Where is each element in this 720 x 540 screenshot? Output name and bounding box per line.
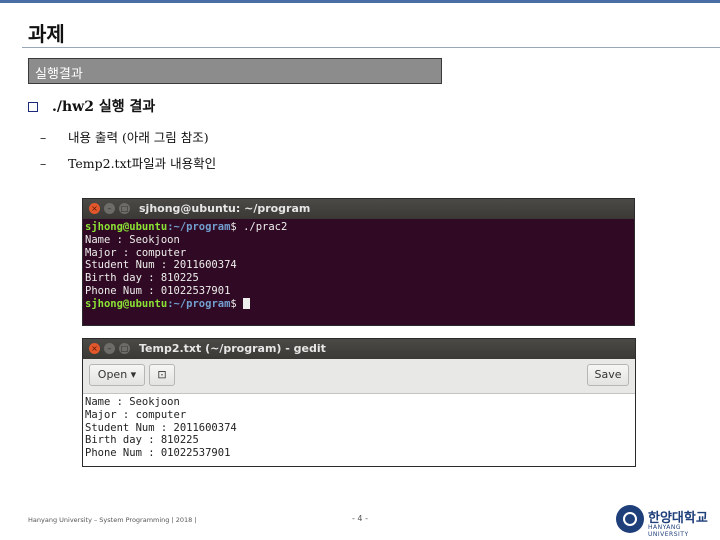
output-line: Student Num : 2011600374	[85, 259, 237, 272]
university-logo: 한양대학교 HANYANG UNIVERSITY	[616, 505, 716, 538]
minimize-icon[interactable]: –	[104, 343, 115, 354]
gedit-titlebar[interactable]: × – □ Temp2.txt (~/program) - gedit	[83, 339, 635, 359]
terminal-output[interactable]: sjhong@ubuntu:~/program$ ./prac2 Name : …	[83, 219, 634, 313]
text-line: Student Num : 2011600374	[85, 421, 237, 434]
prompt-path: :~/program	[167, 297, 231, 310]
main-bullet: ./hw2 실행 결과	[28, 96, 155, 116]
text-line: Birth day : 810225	[85, 434, 199, 447]
dash-icon: –	[40, 156, 47, 171]
terminal-titlebar[interactable]: × – □ sjhong@ubuntu: ~/program	[83, 199, 634, 219]
prompt-user: sjhong@ubuntu	[85, 221, 168, 233]
section-bar: 실행결과	[28, 58, 442, 84]
top-rule	[0, 0, 720, 3]
logo-subname: HANYANG UNIVERSITY	[648, 524, 689, 538]
prompt-path: :~/program	[167, 221, 231, 233]
terminal-title: sjhong@ubuntu: ~/program	[139, 202, 311, 215]
sub-item-text: Temp2.txt파일과 내용확인	[68, 156, 217, 171]
terminal-window[interactable]: × – □ sjhong@ubuntu: ~/program sjhong@ub…	[82, 198, 635, 326]
main-bullet-text: ./hw2 실행 결과	[52, 99, 156, 115]
new-document-icon: ⊡	[157, 368, 167, 381]
text-line: Name : Seokjoon	[85, 396, 180, 408]
prompt-suffix: $	[230, 221, 244, 233]
output-line: Phone Num : 01022537901	[85, 284, 231, 297]
open-button[interactable]: Open ▾	[89, 364, 145, 386]
open-label: Open	[97, 368, 128, 381]
minimize-icon[interactable]: –	[104, 203, 115, 214]
output-line: Birth day : 810225	[85, 272, 199, 285]
slide-title: 과제	[28, 22, 65, 46]
seal-icon	[616, 505, 644, 533]
text-line: Major : computer	[85, 408, 187, 421]
gedit-window[interactable]: × – □ Temp2.txt (~/program) - gedit Open…	[82, 338, 636, 467]
output-line: Name : Seokjoon	[85, 233, 180, 246]
window-controls: × – □	[89, 203, 130, 214]
gedit-title: Temp2.txt (~/program) - gedit	[139, 342, 326, 355]
gedit-text-area[interactable]: Name : Seokjoon Major : computer Student…	[83, 394, 635, 462]
output-line: Major : computer	[85, 246, 187, 259]
close-icon[interactable]: ×	[89, 203, 100, 214]
terminal-command: ./prac2	[243, 221, 288, 233]
text-line: Phone Num : 01022537901	[85, 447, 231, 460]
page-number: - 4 -	[352, 514, 368, 523]
maximize-icon[interactable]: □	[119, 203, 130, 214]
maximize-icon[interactable]: □	[119, 343, 130, 354]
prompt-user: sjhong@ubuntu	[85, 297, 168, 310]
chevron-down-icon: ▾	[130, 368, 137, 381]
new-document-button[interactable]: ⊡	[149, 364, 175, 386]
checkbox-bullet-icon	[28, 102, 38, 112]
footer-text: Hanyang University – System Programming …	[28, 516, 197, 524]
window-controls: × – □	[89, 343, 130, 354]
save-button[interactable]: Save	[587, 364, 629, 386]
gedit-toolbar: Open ▾ ⊡ Save	[83, 359, 635, 394]
dash-icon: –	[40, 130, 47, 145]
title-divider	[22, 47, 720, 48]
terminal-cursor	[243, 297, 251, 309]
sub-item-text: 내용 출력 (아래 그림 참조)	[68, 130, 209, 145]
sub-item: – Temp2.txt파일과 내용확인	[40, 153, 216, 172]
close-icon[interactable]: ×	[89, 343, 100, 354]
section-label: 실행결과	[35, 67, 83, 82]
prompt-suffix: $	[230, 297, 244, 310]
sub-item: – 내용 출력 (아래 그림 참조)	[40, 127, 209, 146]
